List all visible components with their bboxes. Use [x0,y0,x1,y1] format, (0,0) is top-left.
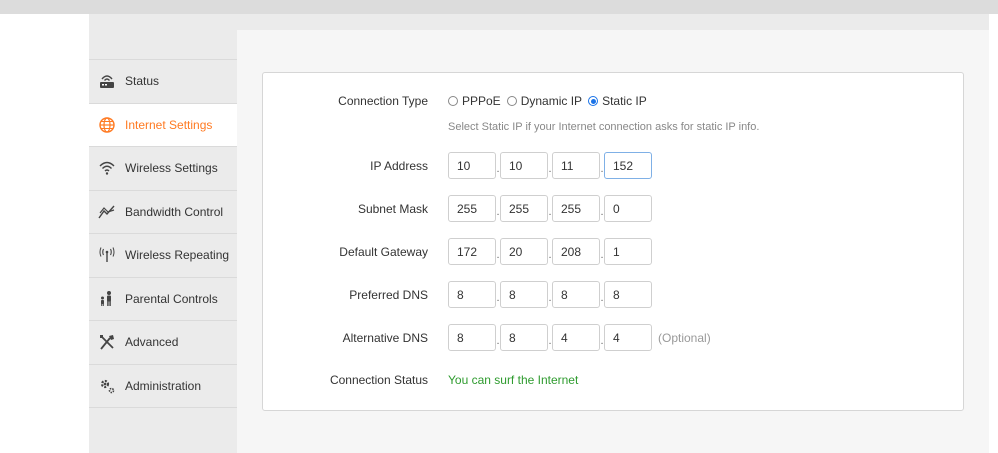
radio-label: PPPoE [462,94,501,108]
subnet-mask-octet-2[interactable]: 255 [500,195,548,222]
ip-address-row: IP Address 10. 10. 11. 152 [263,152,965,179]
ip-address-octet-1[interactable]: 10 [448,152,496,179]
sidebar-item-wireless-repeating[interactable]: Wireless Repeating [89,234,237,278]
alternative-dns-octet-4[interactable]: 4 [604,324,652,351]
sidebar-item-label: Status [125,74,160,89]
radio-static-ip[interactable]: Static IP [588,94,647,108]
sidebar-item-label: Administration [125,378,202,393]
alternative-dns-octet-3[interactable]: 4 [552,324,600,351]
default-gateway-octet-3[interactable]: 208 [552,238,600,265]
radio-label: Dynamic IP [520,94,583,108]
internet-settings-panel: Connection Type PPPoE Dynamic IP Static … [262,72,964,411]
ip-address-octet-2[interactable]: 10 [500,152,548,179]
connection-status-row: Connection Status You can surf the Inter… [263,371,965,389]
sidebar-item-parental-controls[interactable]: Parental Controls [89,278,237,321]
alternative-dns-row: Alternative DNS 8. 8. 4. 4 (Optional) [263,324,965,351]
ip-address-octet-4[interactable]: 152 [604,152,652,179]
antenna-icon [98,246,116,264]
connection-type-hint-row: Select Static IP if your Internet connec… [263,119,965,135]
connection-status-label: Connection Status [329,373,428,387]
sidebar-item-internet-settings[interactable]: Internet Settings [89,103,237,147]
wifi-icon [98,159,116,177]
preferred-dns-row: Preferred DNS 8. 8. 8. 8 [263,281,965,308]
alternative-dns-fields: 8. 8. 4. 4 (Optional) [448,324,711,351]
sidebar-item-label: Wireless Repeating [125,248,230,263]
radio-dot [506,96,517,106]
subnet-mask-octet-3[interactable]: 255 [552,195,600,222]
sidebar-item-label: Bandwidth Control [125,204,224,219]
sidebar-item-label: Advanced [125,335,179,350]
sidebar-item-label: Parental Controls [125,291,218,306]
connection-status-value: You can surf the Internet [448,373,579,387]
ip-address-octet-3[interactable]: 11 [552,152,600,179]
preferred-dns-label: Preferred DNS [349,287,428,302]
subnet-mask-octet-1[interactable]: 255 [448,195,496,222]
default-gateway-row: Default Gateway 172. 20. 208. 1 [263,238,965,265]
bandwidth-icon [98,203,116,221]
connection-type-hint: Select Static IP if your Internet connec… [448,121,760,133]
preferred-dns-octet-4[interactable]: 8 [604,281,652,308]
parental-icon [98,290,116,308]
radio-dynamic-ip[interactable]: Dynamic IP [506,94,583,108]
subnet-mask-fields: 255. 255. 255. 0 [448,195,652,222]
preferred-dns-octet-2[interactable]: 8 [500,281,548,308]
alternative-dns-octet-1[interactable]: 8 [448,324,496,351]
sidebar: Status Internet Settings Wireless Settin… [89,14,237,453]
subnet-mask-octet-4[interactable]: 0 [604,195,652,222]
radio-dot [588,96,599,106]
sidebar-item-label: Wireless Settings [125,161,218,176]
radio-label: Static IP [602,94,647,108]
ip-address-label: IP Address [370,158,428,173]
gears-icon [98,377,116,395]
router-admin-app: Status Internet Settings Wireless Settin… [89,14,989,453]
default-gateway-label: Default Gateway [339,244,428,259]
preferred-dns-octet-3[interactable]: 8 [552,281,600,308]
ip-address-fields: 10. 10. 11. 152 [448,152,652,179]
optional-note: (Optional) [658,330,711,345]
subnet-mask-label: Subnet Mask [357,201,428,216]
radio-pppoe[interactable]: PPPoE [448,94,501,108]
sidebar-item-bandwidth-control[interactable]: Bandwidth Control [89,191,237,234]
default-gateway-octet-2[interactable]: 20 [500,238,548,265]
connection-type-radio-group: PPPoE Dynamic IP Static IP [448,94,653,108]
connection-type-row: Connection Type PPPoE Dynamic IP Static … [263,91,965,111]
preferred-dns-octet-1[interactable]: 8 [448,281,496,308]
subnet-mask-row: Subnet Mask 255. 255. 255. 0 [263,195,965,222]
globe-icon [98,116,116,134]
default-gateway-octet-4[interactable]: 1 [604,238,652,265]
preferred-dns-fields: 8. 8. 8. 8 [448,281,652,308]
sidebar-item-administration[interactable]: Administration [89,365,237,408]
sidebar-item-wireless-settings[interactable]: Wireless Settings [89,147,237,191]
sidebar-item-label: Internet Settings [125,117,213,132]
default-gateway-octet-1[interactable]: 172 [448,238,496,265]
default-gateway-fields: 172. 20. 208. 1 [448,238,652,265]
sidebar-nav: Status Internet Settings Wireless Settin… [89,59,237,408]
tools-icon [98,333,116,351]
radio-dot [448,96,458,106]
sidebar-item-status[interactable]: Status [89,60,237,104]
main-content: Connection Type PPPoE Dynamic IP Static … [237,30,989,453]
alternative-dns-label: Alternative DNS [342,330,428,345]
sidebar-item-advanced[interactable]: Advanced [89,321,237,365]
top-band [0,0,998,14]
router-icon [98,72,116,90]
alternative-dns-octet-2[interactable]: 8 [500,324,548,351]
connection-type-label: Connection Type [338,94,428,108]
